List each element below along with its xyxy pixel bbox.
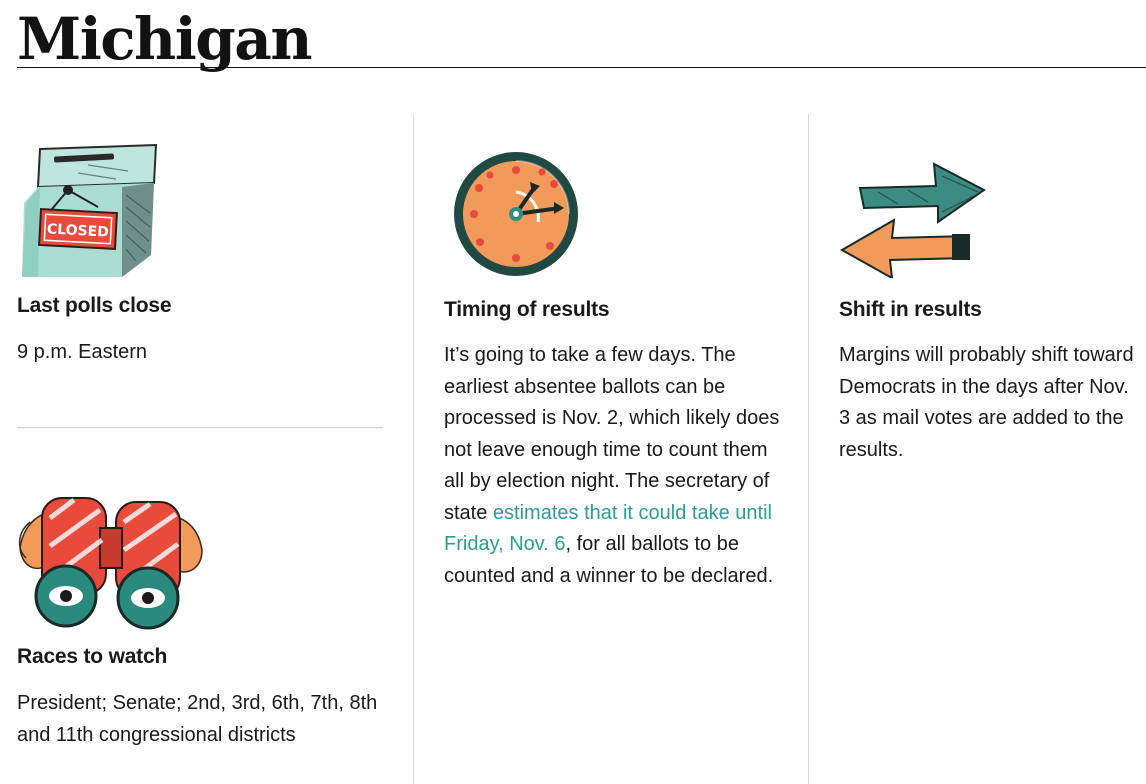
polls-close-text: 9 p.m. Eastern: [17, 341, 148, 363]
page-title: Michigan: [17, 5, 313, 73]
column-divider-1: [413, 114, 414, 784]
row-divider: [17, 427, 383, 428]
timing-panel: Timing of results It’s going to take a f…: [444, 296, 789, 592]
races-panel: Races to watch President; Senate; 2nd, 3…: [17, 643, 387, 751]
shift-text: Margins will probably shift toward Democ…: [839, 344, 1134, 461]
shift-arrows-icon: [839, 162, 986, 278]
binoculars-icon: [18, 497, 203, 630]
clock-icon: [454, 152, 578, 276]
races-heading: Races to watch: [17, 645, 168, 668]
timing-heading: Timing of results: [444, 298, 610, 321]
polls-close-panel: Last polls close 9 p.m. Eastern: [17, 292, 397, 369]
polls-close-heading: Last polls close: [17, 294, 172, 317]
title-underline: [17, 67, 1146, 68]
closed-sign-text: CLOSED: [47, 221, 110, 240]
races-text: President; Senate; 2nd, 3rd, 6th, 7th, 8…: [17, 692, 378, 746]
shift-heading: Shift in results: [839, 298, 982, 321]
timing-text-before: It’s going to take a few days. The earli…: [444, 344, 780, 524]
shift-panel: Shift in results Margins will probably s…: [839, 296, 1144, 466]
timing-text: It’s going to take a few days. The earli…: [444, 340, 789, 592]
ballot-box-icon: CLOSED: [22, 143, 158, 277]
column-divider-2: [808, 114, 809, 784]
